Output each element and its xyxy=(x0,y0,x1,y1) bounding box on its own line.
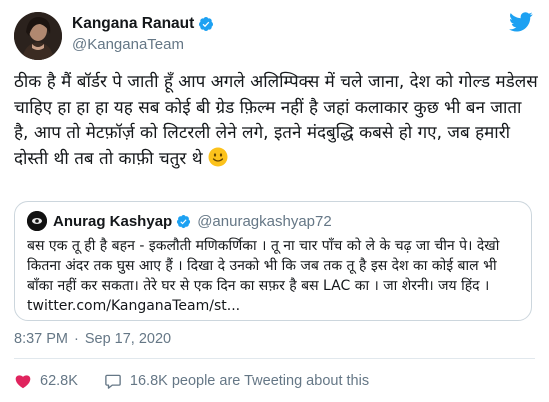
divider xyxy=(14,358,535,359)
tweet-date: Sep 17, 2020 xyxy=(84,331,172,347)
people-tweeting-text: 16.8K people are Tweeting about this xyxy=(129,373,370,389)
verified-badge-icon xyxy=(199,17,214,31)
tweet-timestamp[interactable]: 8:37 PM · Sep 17, 2020 xyxy=(14,331,171,347)
tweet-body: ठीक है मैं बॉर्डर पे जाती हूँ आप अगले अल… xyxy=(14,70,540,172)
timestamp-separator: · xyxy=(74,331,79,347)
quoted-tweet[interactable]: Anurag Kashyap @anuragkashyap72 बस एक तू… xyxy=(14,201,532,321)
author-handle[interactable]: @KanganaTeam xyxy=(72,36,214,53)
quoted-tweet-text: बस एक तू ही है बहन - इकलौती मणिकर्णिका ।… xyxy=(27,238,500,314)
tweet-text: ठीक है मैं बॉर्डर पे जाती हूँ आप अगले अल… xyxy=(14,72,538,169)
slightly-smiling-face-icon xyxy=(208,147,228,166)
quoted-author-handle: @anuragkashyap72 xyxy=(197,212,332,230)
speech-bubble-icon xyxy=(105,374,121,389)
people-tweeting-link[interactable]: 16.8K people are Tweeting about this xyxy=(104,372,369,390)
twitter-logo-icon[interactable] xyxy=(509,12,533,32)
author-display-name[interactable]: Kangana Ranaut xyxy=(72,15,194,33)
heart-icon xyxy=(15,375,31,389)
verified-badge-icon xyxy=(177,214,191,228)
like-count: 62.8K xyxy=(40,373,78,389)
author-avatar[interactable] xyxy=(14,12,62,60)
author-names: Kangana Ranaut @KanganaTeam xyxy=(72,14,214,53)
tweet-actions: 62.8K 16.8K people are Tweeting about th… xyxy=(14,370,369,392)
tweet-header: Kangana Ranaut @KanganaTeam xyxy=(14,10,535,60)
tweet-time: 8:37 PM xyxy=(14,331,68,347)
quoted-tweet-header: Anurag Kashyap @anuragkashyap72 xyxy=(27,211,519,231)
tweet-card: Kangana Ranaut @KanganaTeam ठीक है मैं ब… xyxy=(0,0,549,402)
quoted-author-avatar xyxy=(27,211,47,231)
quoted-author-display-name: Anurag Kashyap xyxy=(53,212,173,230)
like-button[interactable]: 62.8K xyxy=(14,372,78,390)
